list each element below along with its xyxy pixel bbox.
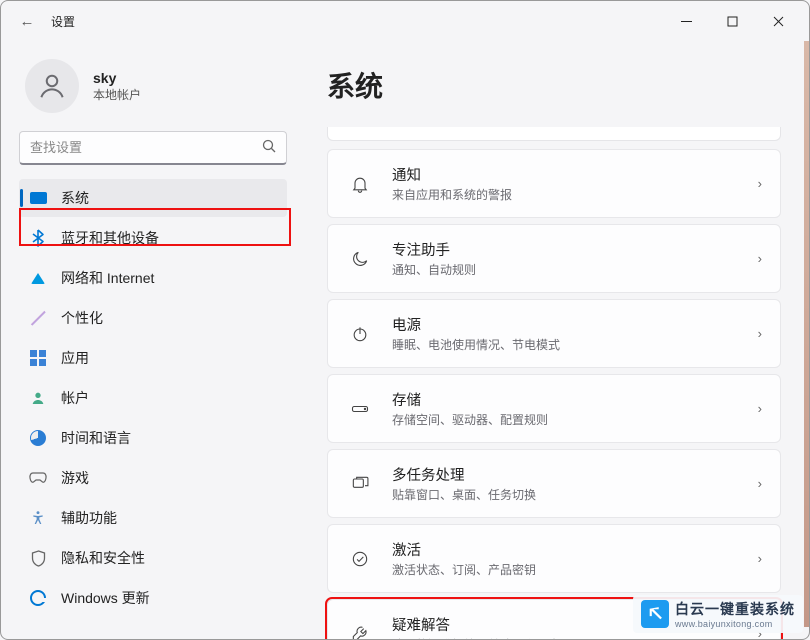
chevron-right-icon: › xyxy=(758,176,762,191)
wifi-icon xyxy=(29,269,47,287)
sidebar-item-network[interactable]: 网络和 Internet xyxy=(19,259,287,297)
sidebar-item-label: 系统 xyxy=(61,188,89,208)
sidebar-item-gaming[interactable]: 游戏 xyxy=(19,459,287,497)
sidebar-item-accounts[interactable]: 帐户 xyxy=(19,379,287,417)
gamepad-icon xyxy=(29,469,47,487)
card-subtitle: 激活状态、订阅、产品密钥 xyxy=(392,561,758,578)
card-subtitle: 通知、自动规则 xyxy=(392,261,758,278)
sidebar-item-label: 网络和 Internet xyxy=(61,268,154,288)
sidebar-item-label: 蓝牙和其他设备 xyxy=(61,228,159,248)
sidebar: sky 本地帐户 系统 蓝牙和其他设备 网络和 Int xyxy=(1,41,301,639)
title-bar: ← 设置 xyxy=(1,1,809,41)
person-icon xyxy=(29,389,47,407)
drive-icon xyxy=(346,395,374,423)
account-type: 本地帐户 xyxy=(93,86,141,103)
search-icon xyxy=(262,139,276,156)
sidebar-item-label: 时间和语言 xyxy=(61,428,131,448)
bluetooth-icon xyxy=(29,229,47,247)
update-icon xyxy=(29,589,47,607)
moon-icon xyxy=(346,245,374,273)
sidebar-item-apps[interactable]: 应用 xyxy=(19,339,287,377)
sidebar-item-label: 辅助功能 xyxy=(61,508,117,528)
system-icon xyxy=(29,189,47,207)
sidebar-item-bluetooth[interactable]: 蓝牙和其他设备 xyxy=(19,219,287,257)
wrench-icon xyxy=(346,620,374,640)
nav: 系统 蓝牙和其他设备 网络和 Internet 个性化 应用 xyxy=(19,179,287,617)
minimize-button[interactable] xyxy=(663,5,709,37)
card-notifications[interactable]: 通知 来自应用和系统的警报 › xyxy=(327,149,781,218)
card-title: 电源 xyxy=(392,314,758,335)
card-storage[interactable]: 存储 存储空间、驱动器、配置规则 › xyxy=(327,374,781,443)
sidebar-item-label: 应用 xyxy=(61,348,89,368)
account-block[interactable]: sky 本地帐户 xyxy=(19,51,287,131)
sidebar-item-personalization[interactable]: 个性化 xyxy=(19,299,287,337)
close-button[interactable] xyxy=(755,5,801,37)
sidebar-item-label: 帐户 xyxy=(61,388,89,408)
chevron-right-icon: › xyxy=(758,551,762,566)
sidebar-item-label: 个性化 xyxy=(61,308,103,328)
watermark-logo-icon xyxy=(641,600,669,628)
card-title: 通知 xyxy=(392,164,758,185)
chevron-right-icon: › xyxy=(758,401,762,416)
card-title: 多任务处理 xyxy=(392,464,758,485)
sidebar-item-privacy[interactable]: 隐私和安全性 xyxy=(19,539,287,577)
card-title: 激活 xyxy=(392,539,758,560)
card-power[interactable]: 电源 睡眠、电池使用情况、节电模式 › xyxy=(327,299,781,368)
apps-icon xyxy=(29,349,47,367)
sidebar-item-system[interactable]: 系统 xyxy=(19,179,287,217)
shield-icon xyxy=(29,549,47,567)
search-input[interactable] xyxy=(30,140,262,155)
account-name: sky xyxy=(93,70,141,86)
window-controls xyxy=(663,5,801,37)
card-focus-assist[interactable]: 专注助手 通知、自动规则 › xyxy=(327,224,781,293)
chevron-right-icon: › xyxy=(758,476,762,491)
sidebar-item-accessibility[interactable]: 辅助功能 xyxy=(19,499,287,537)
sidebar-item-time-language[interactable]: 时间和语言 xyxy=(19,419,287,457)
card-title: 存储 xyxy=(392,389,758,410)
power-icon xyxy=(346,320,374,348)
card-subtitle: 存储空间、驱动器、配置规则 xyxy=(392,411,758,428)
watermark-title: 白云一键重装系统 xyxy=(675,599,795,619)
accessibility-icon xyxy=(29,509,47,527)
watermark: 白云一键重装系统 www.baiyunxitong.com xyxy=(633,595,803,633)
card-partial-top xyxy=(327,127,781,141)
brush-icon xyxy=(29,309,47,327)
card-title: 专注助手 xyxy=(392,239,758,260)
watermark-url: www.baiyunxitong.com xyxy=(675,619,795,629)
sidebar-item-label: 游戏 xyxy=(61,468,89,488)
window-title: 设置 xyxy=(51,13,75,30)
card-subtitle: 建议的疑难解答、首选项和历史记录 xyxy=(392,636,758,639)
main-panel: 系统 通知 来自应用和系统的警报 › 专注助手 通知、自动规则 › 电源 睡眠、… xyxy=(301,41,809,639)
card-subtitle: 来自应用和系统的警报 xyxy=(392,186,758,203)
card-subtitle: 睡眠、电池使用情况、节电模式 xyxy=(392,336,758,353)
right-edge-strip xyxy=(804,41,809,627)
bell-icon xyxy=(346,170,374,198)
chevron-right-icon: › xyxy=(758,326,762,341)
check-circle-icon xyxy=(346,545,374,573)
sidebar-item-label: Windows 更新 xyxy=(61,588,150,608)
sidebar-item-label: 隐私和安全性 xyxy=(61,548,145,568)
page-title: 系统 xyxy=(327,65,781,105)
avatar-icon xyxy=(25,59,79,113)
card-activation[interactable]: 激活 激活状态、订阅、产品密钥 › xyxy=(327,524,781,593)
back-button[interactable]: ← xyxy=(9,13,45,30)
search-box[interactable] xyxy=(19,131,287,165)
card-subtitle: 贴靠窗口、桌面、任务切换 xyxy=(392,486,758,503)
sidebar-item-windows-update[interactable]: Windows 更新 xyxy=(19,579,287,617)
chevron-right-icon: › xyxy=(758,251,762,266)
clock-globe-icon xyxy=(29,429,47,447)
maximize-button[interactable] xyxy=(709,5,755,37)
multitask-icon xyxy=(346,470,374,498)
card-multitasking[interactable]: 多任务处理 贴靠窗口、桌面、任务切换 › xyxy=(327,449,781,518)
